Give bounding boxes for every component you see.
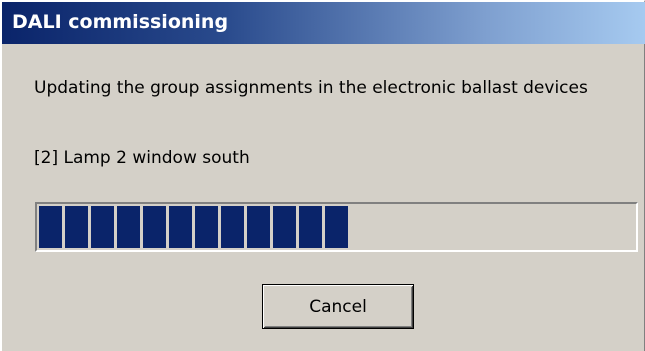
window-title: DALI commissioning bbox=[12, 11, 229, 33]
progress-segment bbox=[91, 206, 114, 248]
progress-segment bbox=[325, 206, 348, 248]
dali-commissioning-dialog: DALI commissioning Updating the group as… bbox=[0, 0, 645, 351]
progress-track bbox=[39, 206, 634, 248]
progress-segment bbox=[299, 206, 322, 248]
progress-segment bbox=[143, 206, 166, 248]
cancel-button[interactable]: Cancel bbox=[262, 284, 414, 329]
status-message: Updating the group assignments in the el… bbox=[34, 78, 588, 98]
progress-segment bbox=[247, 206, 270, 248]
progress-segment bbox=[169, 206, 192, 248]
current-device-label: [2] Lamp 2 window south bbox=[34, 148, 250, 168]
title-bar[interactable]: DALI commissioning bbox=[2, 2, 645, 44]
progress-segment bbox=[195, 206, 218, 248]
progress-segment bbox=[273, 206, 296, 248]
progress-fill bbox=[39, 206, 348, 248]
progress-segment bbox=[221, 206, 244, 248]
progress-segment bbox=[65, 206, 88, 248]
progress-segment bbox=[117, 206, 140, 248]
progress-segment bbox=[39, 206, 62, 248]
progress-bar bbox=[35, 202, 638, 252]
